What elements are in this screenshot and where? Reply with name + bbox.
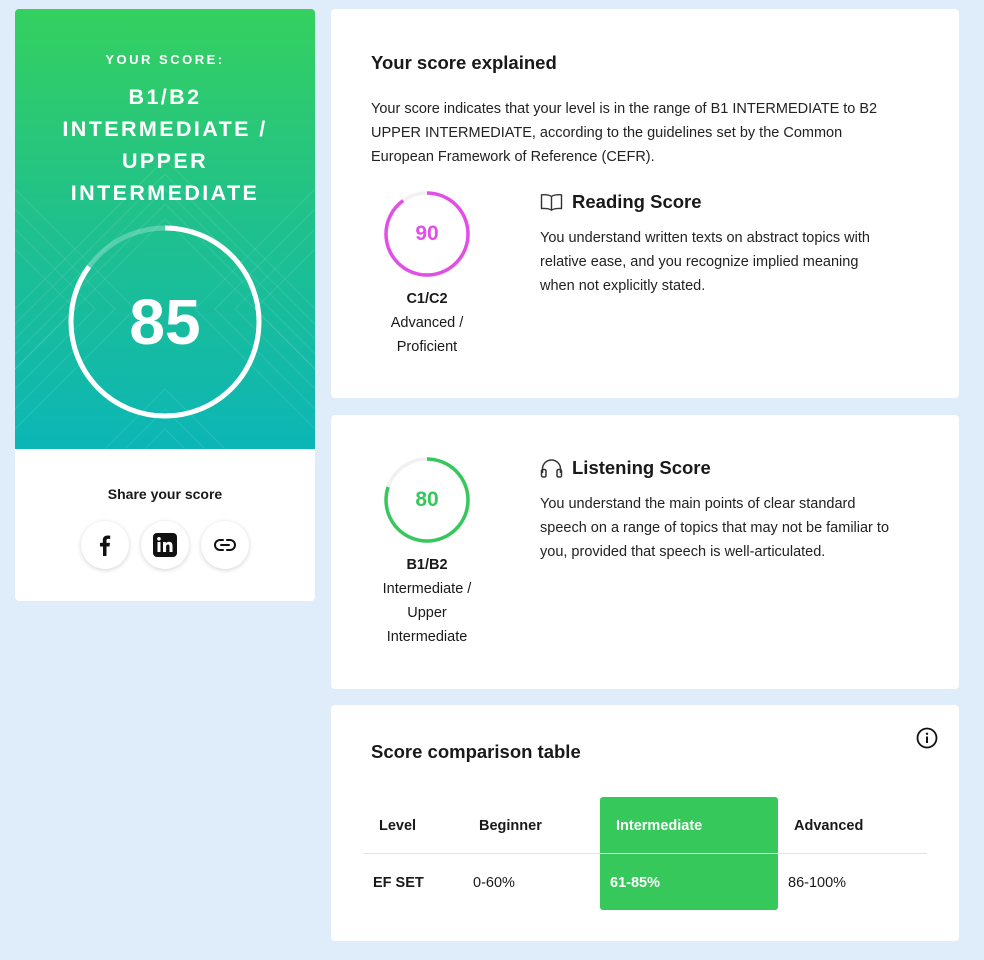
listening-description-line: You understand the main points of clear … (540, 496, 856, 512)
score-explained-text: Your score indicates that your level is … (371, 97, 941, 169)
listening-description: You understand the main points of clear … (540, 492, 940, 564)
your-score-label: YOUR SCORE: (105, 52, 225, 67)
share-title: Share your score (107, 486, 223, 502)
listening-heading: Listening Score (540, 457, 711, 479)
reading-description-line: relative ease, and you recognize implied… (540, 254, 859, 270)
listening-score-value: 80 (415, 488, 439, 511)
intermediate-range: 61-85% (610, 875, 660, 891)
reading-description: You understand written texts on abstract… (540, 226, 940, 298)
reading-level: C1/C2 Advanced / Proficient (367, 287, 487, 359)
table-row-label: EF SET (373, 875, 424, 891)
score-hero: YOUR SCORE: B1/B2 INTERMEDIATE / UPPER I… (15, 9, 315, 449)
table-header-level: Level (379, 818, 417, 834)
score-explained-line: Your score indicates that your level is … (371, 101, 878, 117)
score-explained-line: UPPER INTERMEDIATE, according to the gui… (371, 125, 843, 141)
score-explained-line: European Framework of Reference (CEFR). (371, 149, 655, 165)
reading-title: Reading Score (572, 191, 702, 212)
table-header-beginner: Beginner (479, 818, 542, 834)
reading-level-code: C1/C2 (406, 291, 448, 307)
listening-score-card: 80 B1/B2 Intermediate / Upper Intermedia… (331, 415, 959, 689)
listening-description-line: speech on a range of topics that may not… (540, 520, 890, 536)
level-title-line: INTERMEDIATE (70, 181, 260, 205)
level-title-line: UPPER (121, 149, 209, 173)
share-linkedin-button[interactable] (141, 521, 189, 569)
facebook-icon (100, 535, 111, 556)
level-title-line: INTERMEDIATE / (62, 117, 268, 141)
score-explained-card: Your score explained Your score indicate… (331, 9, 959, 398)
reading-level-line: Proficient (396, 339, 458, 355)
listening-level: B1/B2 Intermediate / Upper Intermediate (367, 553, 487, 649)
copy-link-button[interactable] (201, 521, 249, 569)
reading-score-value: 90 (415, 222, 439, 245)
listening-level-line: Intermediate (386, 629, 468, 645)
level-title-line: B1/B2 (128, 85, 202, 109)
reading-level-line: Advanced / (390, 315, 464, 331)
table-header-intermediate: Intermediate (616, 818, 703, 834)
reading-description-line: You understand written texts on abstract… (540, 230, 870, 246)
info-icon[interactable] (916, 727, 938, 749)
advanced-range: 86-100% (788, 875, 847, 891)
listening-level-code: B1/B2 (406, 557, 448, 573)
overall-score-card: YOUR SCORE: B1/B2 INTERMEDIATE / UPPER I… (15, 9, 315, 601)
linkedin-icon (153, 533, 177, 557)
highlight-divider (600, 853, 778, 854)
beginner-range: 0-60% (473, 875, 515, 891)
book-icon (540, 194, 563, 211)
link-icon (214, 539, 236, 551)
score-explained-title: Your score explained (371, 52, 557, 73)
table-header-advanced: Advanced (794, 818, 864, 834)
listening-level-line: Intermediate / (382, 581, 472, 597)
reading-heading: Reading Score (540, 191, 702, 213)
reading-description-line: when not explicitly stated. (540, 278, 706, 294)
share-facebook-button[interactable] (81, 521, 129, 569)
listening-description-line: you, provided that speech is well-articu… (540, 544, 826, 560)
score-comparison-card: Score comparison table Level Beginner In… (331, 705, 959, 941)
headphones-icon (540, 459, 563, 478)
comparison-title: Score comparison table (371, 741, 581, 762)
overall-score-value: 85 (129, 286, 201, 358)
overall-level-title: B1/B2 INTERMEDIATE / UPPER INTERMEDIATE (15, 81, 315, 209)
listening-level-line: Upper (407, 605, 447, 621)
listening-title: Listening Score (572, 457, 711, 478)
